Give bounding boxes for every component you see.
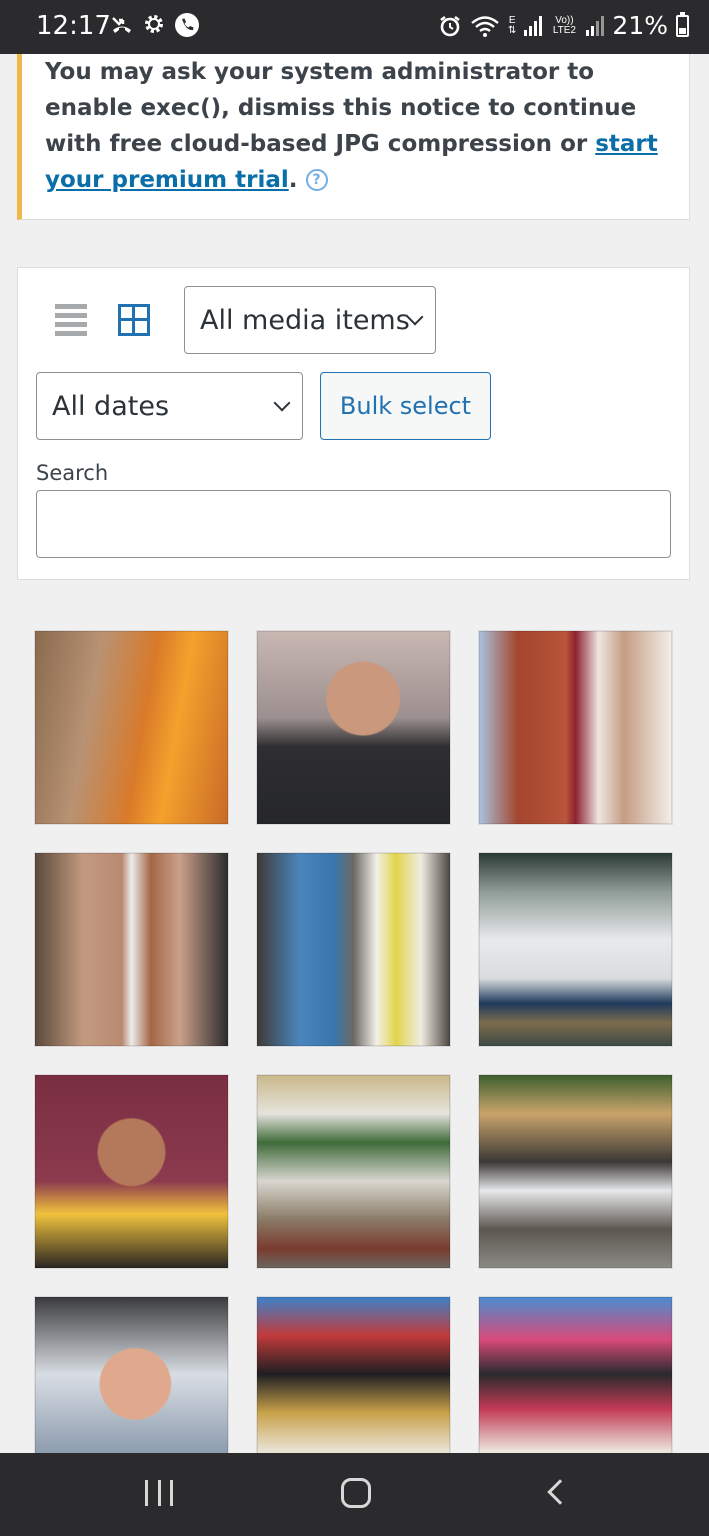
media-thumbnail-2[interactable] (256, 630, 451, 825)
media-type-filter[interactable]: All media items (184, 286, 436, 354)
home-icon[interactable] (341, 1478, 371, 1508)
phone-icon (175, 13, 199, 37)
media-thumbnail-5[interactable] (256, 852, 451, 1047)
grid-view-icon[interactable] (118, 304, 150, 336)
media-thumbnail-12[interactable] (478, 1296, 673, 1453)
back-icon[interactable] (547, 1479, 573, 1505)
media-thumbnail-6[interactable] (478, 852, 673, 1047)
list-view-icon[interactable] (55, 304, 87, 336)
media-thumbnail-3[interactable] (478, 630, 673, 825)
media-thumbnail-11[interactable] (256, 1296, 451, 1453)
media-thumbnail-8[interactable] (256, 1074, 451, 1269)
search-input[interactable] (36, 490, 671, 558)
network-type-icon: E ⇅ (508, 14, 517, 36)
media-thumbnail-9[interactable] (478, 1074, 673, 1269)
media-thumbnail-4[interactable] (34, 852, 229, 1047)
battery-icon (676, 11, 689, 37)
navigation-bar (0, 1453, 709, 1536)
signal-icon (524, 15, 543, 36)
bulk-select-button[interactable]: Bulk select (320, 372, 491, 440)
recent-apps-icon[interactable] (145, 1480, 173, 1506)
media-toolbar: All media items All dates Bulk select Se… (17, 267, 690, 580)
media-thumbnail-7[interactable] (34, 1074, 229, 1269)
alarm-icon (440, 15, 460, 36)
wifi-icon (471, 15, 499, 37)
missed-call-icon (112, 17, 131, 33)
date-filter[interactable]: All dates (36, 372, 303, 440)
media-thumbnail-1[interactable] (34, 630, 229, 825)
search-label: Search (36, 461, 109, 485)
media-grid (34, 630, 674, 1453)
battery-percent: 21% (612, 11, 668, 40)
settings-icon (145, 15, 163, 33)
status-bar: 12:17 E ⇅ Vo)) LTE2 21% (0, 0, 709, 54)
chevron-down-icon (273, 394, 291, 412)
notice-text: You may ask your system administrator to… (45, 59, 658, 193)
compression-notice: You may ask your system administrator to… (17, 54, 690, 220)
clock: 12:17 (36, 11, 111, 41)
volte-icon: Vo)) LTE2 (552, 14, 576, 36)
media-thumbnail-10[interactable] (34, 1296, 229, 1453)
signal-icon-2 (586, 15, 605, 36)
help-icon[interactable]: ? (305, 169, 328, 191)
